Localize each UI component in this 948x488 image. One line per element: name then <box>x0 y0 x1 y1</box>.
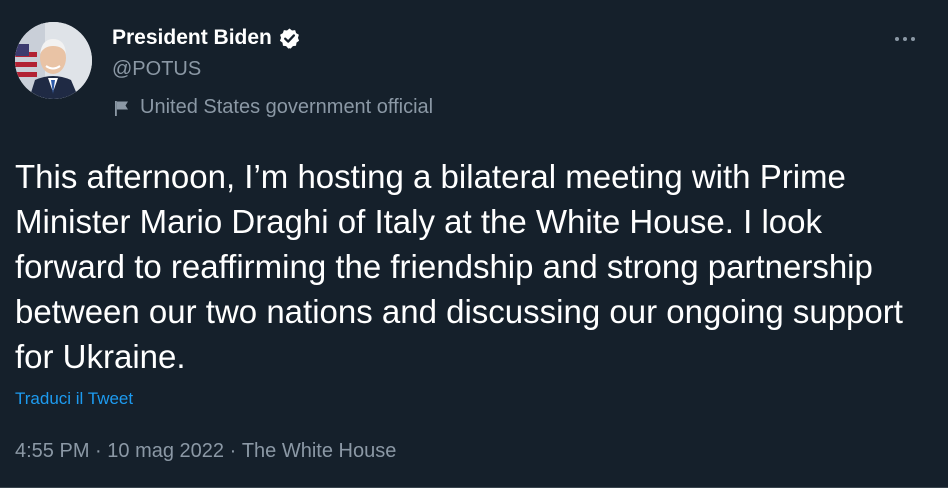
affiliation-label: United States government official <box>112 96 433 119</box>
more-options-button[interactable] <box>888 24 922 54</box>
tweet-metadata: 4:55 PM · 10 mag 2022 · The White House <box>15 440 396 463</box>
tweet-date[interactable]: 10 mag 2022 <box>107 440 224 463</box>
author-display-name[interactable]: President Biden <box>112 26 272 50</box>
more-options-icon <box>895 37 915 41</box>
author-name-row[interactable]: President Biden <box>112 26 301 50</box>
translate-tweet-link[interactable]: Traduci il Tweet <box>15 389 133 409</box>
verified-badge-icon <box>278 27 301 50</box>
meta-separator: · <box>89 440 108 462</box>
avatar[interactable] <box>15 22 92 99</box>
author-handle[interactable]: @POTUS <box>112 58 201 81</box>
tweet-time[interactable]: 4:55 PM <box>15 440 89 463</box>
affiliation-label-text: United States government official <box>140 96 434 118</box>
tweet-text: This afternoon, I’m hosting a bilateral … <box>15 158 903 375</box>
tweet-source: The White House <box>241 440 397 462</box>
flag-icon <box>112 98 132 118</box>
meta-separator: · <box>224 440 242 462</box>
